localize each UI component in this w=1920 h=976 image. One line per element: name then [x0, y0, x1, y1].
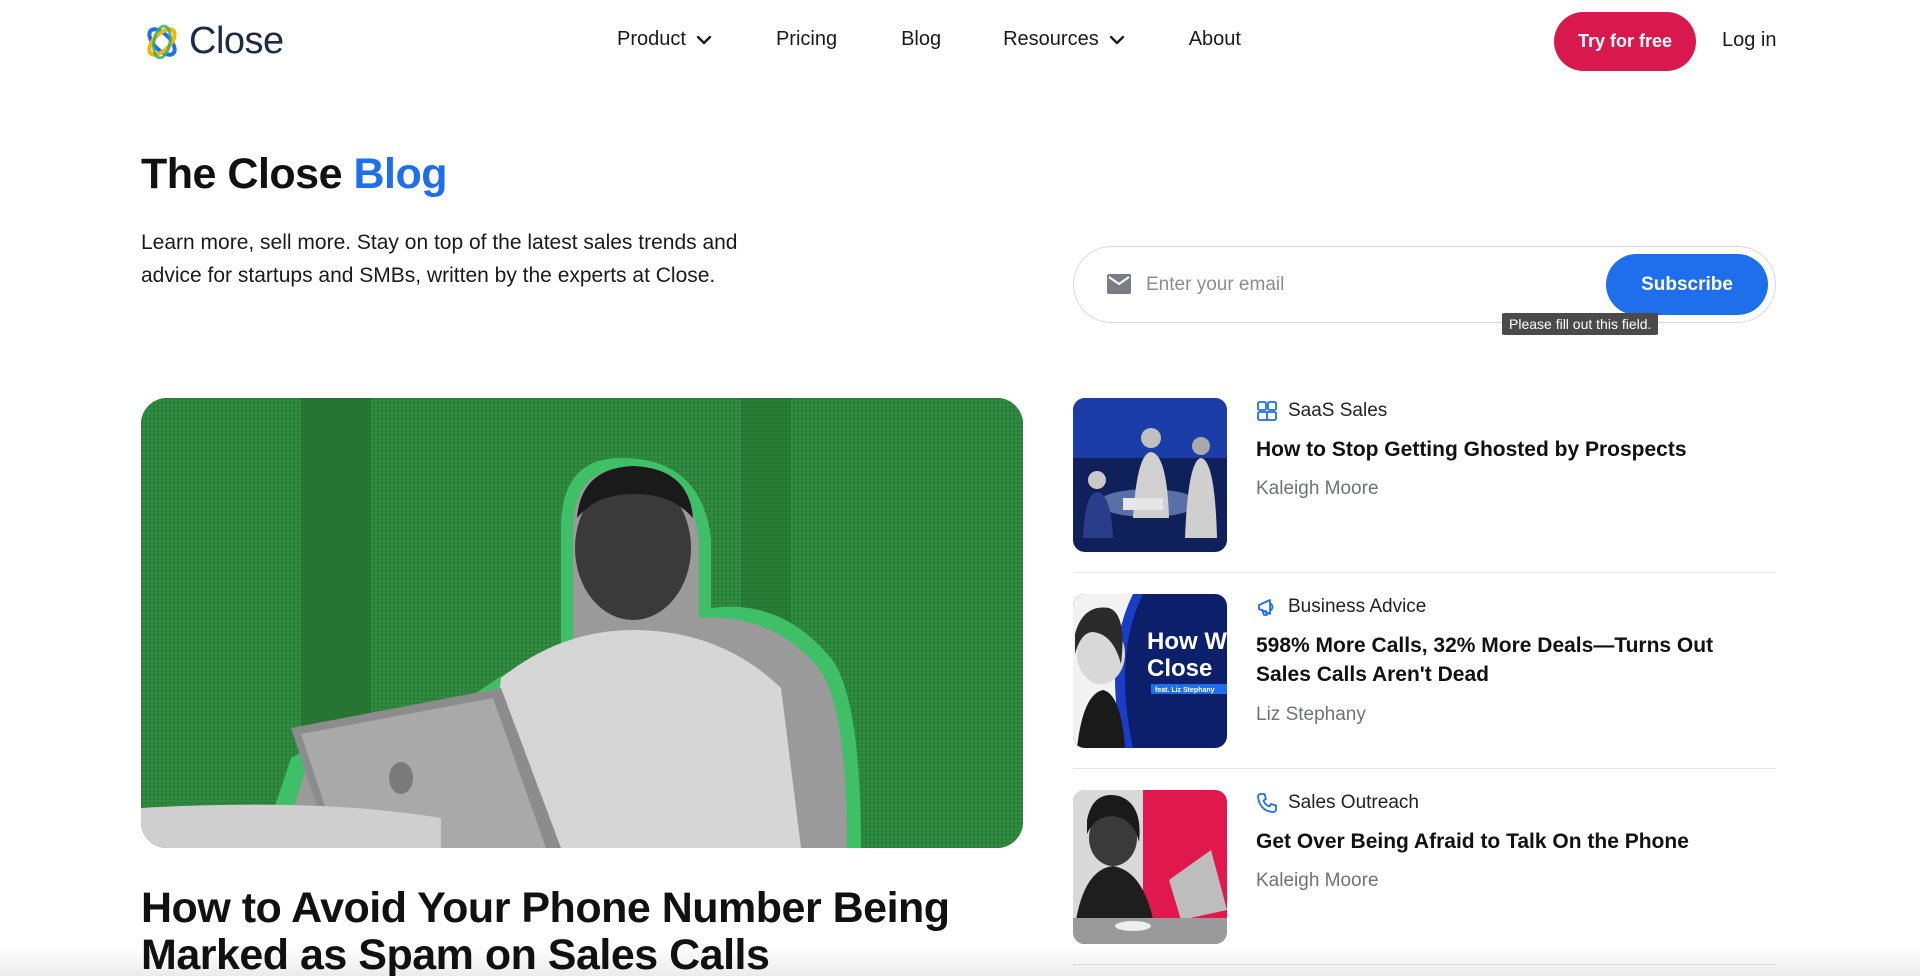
megaphone-icon — [1258, 599, 1274, 616]
post-author: Kaleigh Moore — [1256, 478, 1379, 499]
nav-about[interactable]: About — [1189, 28, 1241, 51]
phone-icon — [1257, 793, 1277, 813]
try-for-free-button[interactable]: Try for free — [1554, 12, 1696, 71]
post-category[interactable]: Sales Outreach — [1256, 792, 1419, 814]
subscribe-form: Subscribe — [1073, 246, 1776, 323]
post-category[interactable]: SaaS Sales — [1256, 400, 1387, 422]
divider — [1073, 572, 1776, 573]
thumb-text: Close — [1147, 655, 1212, 682]
post-category-label: SaaS Sales — [1288, 400, 1388, 421]
nav-pricing-label: Pricing — [775, 28, 838, 50]
post-title[interactable]: 598% More Calls, 32% More Deals—Turns Ou… — [1256, 631, 1756, 689]
logo-text: Close — [189, 20, 284, 62]
thumb-caption: feat. Liz Stephany — [1155, 687, 1215, 694]
validation-tooltip: Please fill out this field. — [1502, 313, 1659, 335]
page-title: The Close Blog — [141, 150, 447, 199]
featured-post-title[interactable]: How to Avoid Your Phone Number Being Mar… — [141, 885, 1001, 976]
divider — [1073, 964, 1776, 965]
list-item: Sales Outreach Get Over Being Afraid to … — [1073, 790, 1776, 976]
post-title[interactable]: How to Stop Getting Ghosted by Prospects — [1256, 435, 1756, 464]
featured-illustration — [141, 398, 1023, 848]
subscribe-button[interactable]: Subscribe — [1606, 254, 1768, 315]
nav-resources-label: Resources — [1003, 28, 1099, 50]
nav-resources[interactable]: Resources — [1003, 28, 1125, 51]
main-nav: Product Pricing Blog Resources About — [617, 28, 1305, 51]
post-thumbnail-image — [1073, 790, 1227, 944]
close-logo[interactable]: Close — [141, 20, 284, 63]
featured-post-image[interactable] — [141, 398, 1023, 848]
site-header: Close Product Pricing Blog Resources Abo… — [0, 0, 1920, 84]
post-thumbnail-image: How W Close feat. Liz Stephany — [1073, 594, 1227, 748]
divider — [1073, 768, 1776, 769]
list-item: SaaS Sales How to Stop Getting Ghosted b… — [1073, 398, 1776, 594]
post-author: Kaleigh Moore — [1256, 870, 1379, 891]
post-author: Liz Stephany — [1256, 704, 1366, 725]
nav-product[interactable]: Product — [617, 28, 712, 51]
chevron-down-icon — [1109, 35, 1124, 44]
nav-blog-label: Blog — [901, 28, 942, 50]
mail-icon — [1107, 274, 1131, 294]
page-title-main: The Close — [141, 150, 354, 198]
page-title-accent: Blog — [353, 150, 447, 198]
post-thumbnail[interactable] — [1073, 398, 1227, 552]
post-thumbnail[interactable]: How W Close feat. Liz Stephany — [1073, 594, 1227, 748]
intro-description: Learn more, sell more. Stay on top of th… — [141, 231, 738, 287]
thumb-text: How W — [1147, 628, 1227, 655]
chevron-down-icon — [696, 35, 712, 44]
post-thumbnail-image — [1073, 398, 1227, 552]
post-thumbnail[interactable] — [1073, 790, 1227, 944]
post-category-label: Sales Outreach — [1288, 792, 1419, 813]
email-input[interactable] — [1146, 267, 1666, 303]
post-category[interactable]: Business Advice — [1256, 596, 1426, 618]
nav-about-label: About — [1188, 28, 1241, 50]
nav-product-label: Product — [617, 28, 686, 50]
post-title[interactable]: Get Over Being Afraid to Talk On the Pho… — [1256, 827, 1756, 856]
grid-icon — [1257, 401, 1277, 421]
list-item: How W Close feat. Liz Stephany Business … — [1073, 594, 1776, 790]
login-link[interactable]: Log in — [1722, 29, 1777, 52]
post-category-label: Business Advice — [1288, 596, 1427, 617]
nav-blog[interactable]: Blog — [901, 28, 941, 51]
nav-pricing[interactable]: Pricing — [776, 28, 837, 51]
close-logo-icon — [147, 24, 177, 59]
